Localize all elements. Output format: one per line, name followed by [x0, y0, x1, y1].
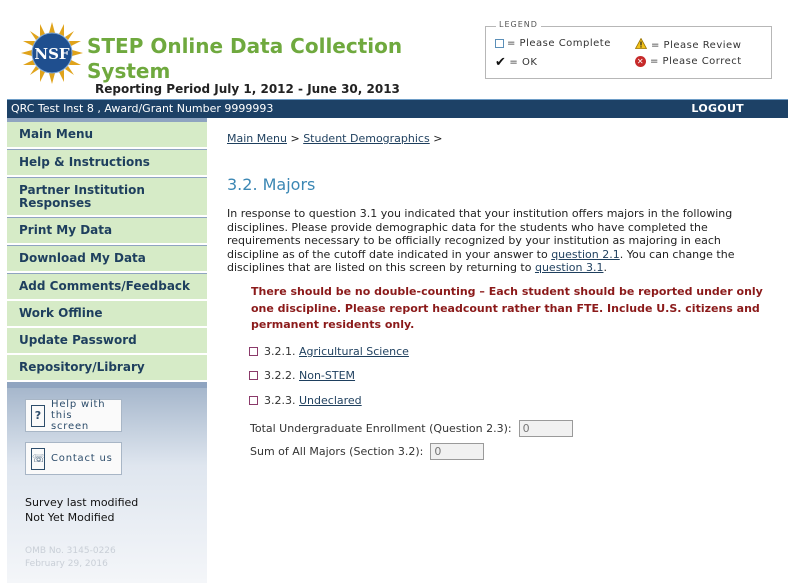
intro-part: .	[603, 261, 607, 274]
nsf-logo: NSF	[20, 21, 84, 85]
breadcrumb: Main Menu > Student Demographics >	[227, 132, 442, 145]
total-enrollment-input[interactable]	[518, 420, 573, 437]
omb-info: OMB No. 3145-0226 February 29, 2016	[25, 545, 116, 571]
help-button-label: Help with this screen	[51, 399, 106, 432]
square-icon	[249, 371, 258, 380]
breadcrumb-separator: >	[286, 132, 304, 145]
warning-message: There should be no double-counting – Eac…	[251, 285, 763, 331]
legend-please-review: = Please Review	[634, 37, 742, 52]
page-title: 3.2. Majors	[227, 175, 316, 194]
breadcrumb-separator: >	[429, 132, 443, 145]
discipline-link[interactable]: Undeclared	[299, 394, 362, 407]
top-bar: QRC Test Inst 8 , Award/Grant Number 999…	[7, 99, 788, 118]
main-content: Main Menu > Student Demographics > 3.2. …	[207, 118, 788, 583]
sum-majors-input[interactable]	[430, 443, 485, 460]
sidebar-item-repository-library[interactable]: Repository/Library	[7, 355, 207, 382]
discipline-number: 3.2.1.	[264, 345, 296, 358]
total-enrollment-label: Total Undergraduate Enrollment (Question…	[250, 422, 512, 435]
sidebar-item-update-password[interactable]: Update Password	[7, 328, 207, 355]
discipline-item-undeclared: 3.2.3. Undeclared	[249, 394, 362, 407]
phone-icon: ☏	[31, 447, 46, 470]
omb-number: OMB No. 3145-0226	[25, 546, 116, 556]
sidebar-item-add-comments-feedback[interactable]: Add Comments/Feedback	[7, 274, 207, 301]
intro-text: In response to question 3.1 you indicate…	[227, 207, 752, 275]
legend-label: = Please Complete	[507, 38, 611, 49]
legend-title: LEGEND	[496, 20, 541, 29]
help-with-screen-button[interactable]: ? Help with this screen	[25, 399, 122, 432]
sidebar-item-partner-institution-responses[interactable]: Partner Institution Responses	[7, 178, 207, 217]
breadcrumb-student-demographics[interactable]: Student Demographics	[303, 132, 430, 145]
survey-modified-value: Not Yet Modified	[25, 511, 115, 524]
square-icon	[249, 396, 258, 405]
contact-us-button[interactable]: ☏ Contact us	[25, 442, 122, 475]
legend-label: = Please Review	[651, 39, 742, 51]
error-icon: ✕	[635, 56, 646, 67]
check-icon: ✔	[495, 55, 507, 70]
survey-modified-label: Survey last modified	[25, 496, 139, 509]
discipline-number: 3.2.2.	[264, 369, 296, 382]
sidebar: Main Menu Help & Instructions Partner In…	[7, 118, 207, 583]
sum-majors-row: Sum of All Majors (Section 3.2):	[250, 443, 485, 460]
discipline-link[interactable]: Non-STEM	[299, 369, 355, 382]
sidebar-item-work-offline[interactable]: Work Offline	[7, 301, 207, 328]
contact-button-label: Contact us	[51, 453, 113, 464]
breadcrumb-main-menu[interactable]: Main Menu	[227, 132, 287, 145]
logout-link[interactable]: LOGOUT	[691, 102, 744, 115]
sidebar-item-main-menu[interactable]: Main Menu	[7, 122, 207, 149]
legend: LEGEND = Please Complete = Please Review…	[485, 20, 772, 79]
sidebar-item-download-my-data[interactable]: Download My Data	[7, 246, 207, 273]
sidebar-item-help-instructions[interactable]: Help & Instructions	[7, 150, 207, 177]
total-enrollment-row: Total Undergraduate Enrollment (Question…	[250, 420, 573, 437]
discipline-link[interactable]: Agricultural Science	[299, 345, 409, 358]
legend-label: = Please Correct	[650, 56, 742, 67]
sidebar-item-print-my-data[interactable]: Print My Data	[7, 218, 207, 245]
logo-text: NSF	[34, 45, 70, 63]
institution-info: QRC Test Inst 8 , Award/Grant Number 999…	[11, 102, 274, 115]
discipline-item-non-stem: 3.2.2. Non-STEM	[249, 369, 355, 382]
discipline-number: 3.2.3.	[264, 394, 296, 407]
legend-label: = OK	[509, 57, 538, 68]
legend-please-correct: ✕ = Please Correct	[635, 56, 742, 67]
square-icon	[249, 347, 258, 356]
omb-date: February 29, 2016	[25, 559, 108, 569]
square-icon	[495, 39, 504, 48]
header: NSF STEP Online Data Collection System R…	[7, 8, 788, 99]
legend-ok: ✔ = OK	[495, 55, 537, 70]
sum-majors-label: Sum of All Majors (Section 3.2):	[250, 445, 424, 458]
warning-icon	[634, 37, 648, 52]
question-2-1-link[interactable]: question 2.1	[551, 248, 620, 261]
survey-modified-info: Survey last modified Not Yet Modified	[25, 495, 138, 525]
discipline-item-agricultural-science: 3.2.1. Agricultural Science	[249, 345, 409, 358]
question-icon: ?	[31, 404, 45, 427]
app-title: STEP Online Data Collection System	[87, 34, 403, 83]
question-3-1-link[interactable]: question 3.1	[535, 261, 604, 274]
reporting-period: Reporting Period July 1, 2012 - June 30,…	[95, 82, 400, 96]
legend-please-complete: = Please Complete	[495, 38, 611, 49]
